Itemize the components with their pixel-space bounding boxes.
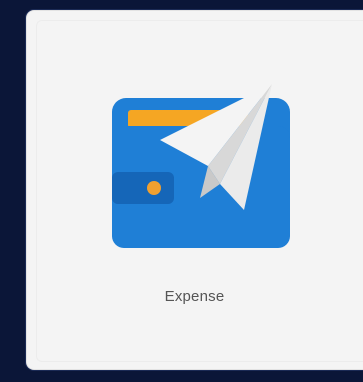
app-label: Expense xyxy=(164,288,225,305)
wallet-paper-plane-icon xyxy=(112,84,290,248)
screen-background: Expense xyxy=(0,0,363,382)
